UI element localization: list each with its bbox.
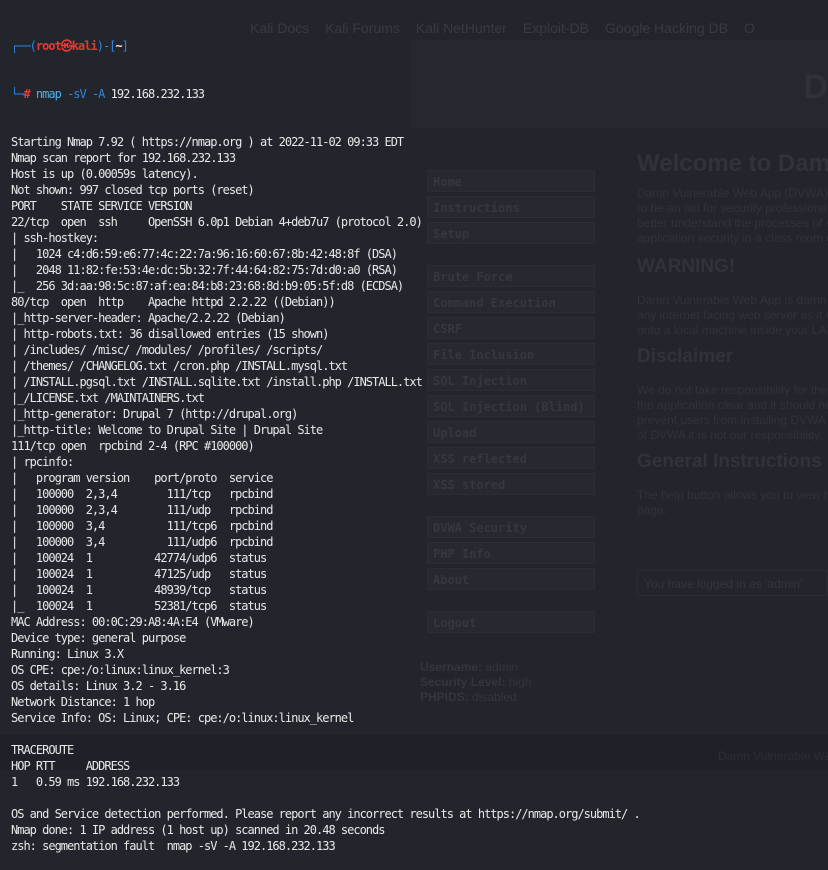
output-line: | /INSTALL.pgsql.txt /INSTALL.sqlite.txt… xyxy=(11,375,429,389)
output-line: Network Distance: 1 hop xyxy=(11,695,155,709)
output-line: |_ 256 3d:aa:98:5c:87:af:ea:84:b8:23:68:… xyxy=(11,279,404,293)
welcome-title: Welcome to Damn Vulnerable Web App! xyxy=(637,150,828,177)
terminal-output[interactable]: ┌──(root㉿kali)-[~] └─# nmap -sV -A 192.1… xyxy=(11,6,641,870)
text-line: The help button allows you to view hints… xyxy=(637,488,828,502)
output-line: | /themes/ /CHANGELOG.txt /cron.php /INS… xyxy=(11,359,354,373)
prompt-user: root㉿kali xyxy=(35,39,98,53)
output-line: OS and Service detection performed. Plea… xyxy=(11,807,641,821)
output-line: | /includes/ /misc/ /modules/ /profiles/… xyxy=(11,343,329,357)
output-line: 111/tcp open rpcbind 2-4 (RPC #100000) xyxy=(11,439,255,453)
text-line: better understand the processes of secur… xyxy=(637,216,828,230)
prompt-line-1: ┌──(root㉿kali)-[~] xyxy=(11,38,640,54)
output-line: | 2048 11:82:fe:53:4e:dc:5b:32:7f:44:64:… xyxy=(11,263,398,277)
warning-text: Damn Vulnerable Web App is damn vulnerab… xyxy=(637,293,828,338)
output-line: | 100000 3,4 111/tcp6 rpcbind xyxy=(11,519,273,533)
output-line: zsh: segmentation fault nmap -sV -A 192.… xyxy=(11,839,336,853)
text-line: prevent users from installing DVWA on to… xyxy=(637,413,828,427)
prompt-frame: )-[ xyxy=(96,39,117,53)
dvwa-logo: D xyxy=(803,68,828,106)
output-line: Service Info: OS: Linux; CPE: cpe:/o:lin… xyxy=(11,711,354,725)
logged-in-message: You have logged in as 'admin' xyxy=(637,570,828,596)
output-line: Host is up (0.00059s latency). xyxy=(11,167,199,181)
command-target: 192.168.232.133 xyxy=(110,87,205,101)
output-line: | 100000 3,4 111/udp6 rpcbind xyxy=(11,535,273,549)
welcome-text: Damn Vulnerable Web App (DVWA) is a PHP/… xyxy=(637,186,828,246)
output-line: TRACEROUTE xyxy=(11,743,74,757)
output-line: 1 0.59 ms 192.168.232.133 xyxy=(11,775,180,789)
prompt-corner: └─ xyxy=(11,87,24,101)
output-line: |_http-title: Welcome to Drupal Site | D… xyxy=(11,423,323,437)
output-line: HOP RTT ADDRESS xyxy=(11,759,130,773)
command-args: -sV -A xyxy=(67,87,105,101)
prompt-frame: ] xyxy=(121,39,129,53)
output-line: | 100000 2,3,4 111/tcp rpcbind xyxy=(11,487,273,501)
text-line: application security in a class room env… xyxy=(637,231,828,245)
text-line: of DVWA it is not our responsibility. xyxy=(637,428,823,442)
output-line: | ssh-hostkey: xyxy=(11,231,105,245)
output-line: Nmap scan report for 192.168.232.133 xyxy=(11,151,236,165)
output-line: |_http-generator: Drupal 7 (http://drupa… xyxy=(11,407,298,421)
text-line: Damn Vulnerable Web App (DVWA) is a PHP/… xyxy=(637,186,828,200)
footer-text: Damn Vulnerable Web App xyxy=(718,749,828,763)
scan-output: Starting Nmap 7.92 ( https://nmap.org ) … xyxy=(11,134,641,854)
output-line: | 100024 1 42774/udp6 status xyxy=(11,551,267,565)
output-line: |_/LICENSE.txt /MAINTAINERS.txt xyxy=(11,391,205,405)
text-line: We do not take responsibility for the wa… xyxy=(637,383,828,397)
text-line: the application clear and it should not … xyxy=(637,398,828,412)
text-line: onto a local machine inside your LAN. xyxy=(637,323,828,337)
text-line: any internet facing web server as it wil… xyxy=(637,308,828,322)
instructions-text: The help button allows you to view hints… xyxy=(637,488,828,518)
output-line: 80/tcp open http Apache httpd 2.2.22 ((D… xyxy=(11,295,336,309)
text-line: Damn Vulnerable Web App is damn vulnerab… xyxy=(637,293,828,307)
output-line: Not shown: 997 closed tcp ports (reset) xyxy=(11,183,255,197)
command-name: nmap xyxy=(35,87,62,101)
output-line: 22/tcp open ssh OpenSSH 6.0p1 Debian 4+d… xyxy=(11,215,423,229)
bookmark-item[interactable]: O xyxy=(744,20,755,36)
output-line: Starting Nmap 7.92 ( https://nmap.org ) … xyxy=(11,135,404,149)
output-line: Device type: general purpose xyxy=(11,631,186,645)
prompt-line-2: └─# nmap -sV -A 192.168.232.133 xyxy=(11,86,640,102)
output-line: | 100000 2,3,4 111/udp rpcbind xyxy=(11,503,273,517)
prompt-hash: # xyxy=(23,87,30,101)
disclaimer-title: Disclaimer xyxy=(637,346,734,367)
text-line: page. xyxy=(637,503,668,517)
output-line: PORT STATE SERVICE VERSION xyxy=(11,199,193,213)
output-line: | program version port/proto service xyxy=(11,471,273,485)
output-line: | 100024 1 47125/udp status xyxy=(11,567,267,581)
disclaimer-text: We do not take responsibility for the wa… xyxy=(637,383,828,443)
output-line: |_ 100024 1 52381/tcp6 status xyxy=(11,599,267,613)
output-line: | http-robots.txt: 36 disallowed entries… xyxy=(11,327,329,341)
output-line: | 1024 c4:d6:59:e6:77:4c:22:7a:96:16:60:… xyxy=(11,247,398,261)
output-line: Running: Linux 3.X xyxy=(11,647,124,661)
output-line: | 100024 1 48939/tcp status xyxy=(11,583,267,597)
warning-title: WARNING! xyxy=(637,256,736,277)
output-line: OS details: Linux 3.2 - 3.16 xyxy=(11,679,186,693)
text-line: to be an aid for security professionals … xyxy=(637,201,828,215)
output-line: |_http-server-header: Apache/2.2.22 (Deb… xyxy=(11,311,286,325)
output-line: OS CPE: cpe:/o:linux:linux_kernel:3 xyxy=(11,663,230,677)
output-line: | rpcinfo: xyxy=(11,455,80,469)
instructions-title: General Instructions xyxy=(637,451,822,472)
prompt-frame: ┌──( xyxy=(11,39,37,53)
output-line: Nmap done: 1 IP address (1 host up) scan… xyxy=(11,823,385,837)
output-line: MAC Address: 00:0C:29:A8:4A:E4 (VMware) xyxy=(11,615,255,629)
